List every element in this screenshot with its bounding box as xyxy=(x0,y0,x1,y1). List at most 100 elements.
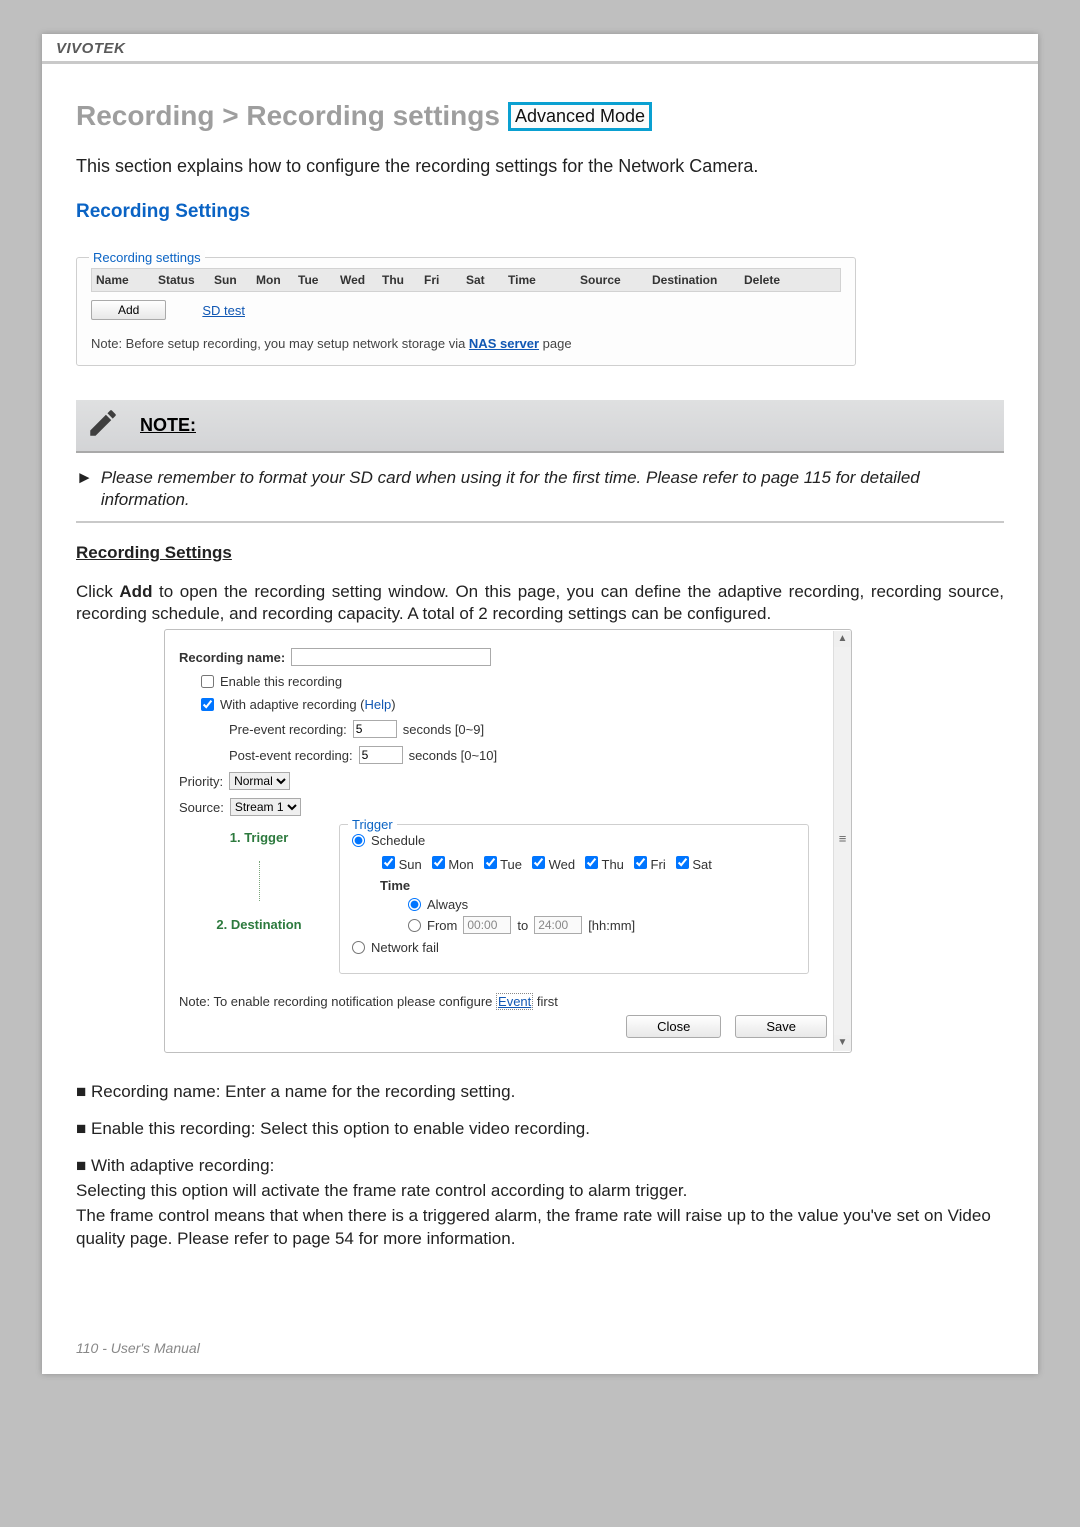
arrow-icon: ► xyxy=(76,467,93,511)
addp-prefix: Click xyxy=(76,582,119,601)
recording-form: ▲ ≡ ▼ Recording name: Enable this record… xyxy=(164,629,852,1053)
from-label: From xyxy=(427,918,457,933)
note-label: NOTE: xyxy=(140,415,196,436)
pre-event-unit: seconds [0~9] xyxy=(403,722,484,737)
add-paragraph: Click Add to open the recording setting … xyxy=(76,581,1004,625)
chk-tue[interactable] xyxy=(484,856,497,869)
help-link[interactable]: Help xyxy=(365,697,392,712)
lbl-sat: Sat xyxy=(692,857,712,872)
enable-checkbox[interactable] xyxy=(201,675,214,688)
addp-bold: Add xyxy=(119,582,152,601)
post-event-input[interactable] xyxy=(359,746,403,764)
event-note: Note: To enable recording notification p… xyxy=(179,994,837,1009)
scroll-down-icon[interactable]: ▼ xyxy=(834,1035,851,1051)
col-fri: Fri xyxy=(424,273,464,287)
schedule-label: Schedule xyxy=(371,833,425,848)
recording-table-header: Name Status Sun Mon Tue Wed Thu Fri Sat … xyxy=(91,268,841,292)
close-button[interactable]: Close xyxy=(626,1015,721,1038)
scroll-mid-icon: ≡ xyxy=(834,831,851,847)
col-sun: Sun xyxy=(214,273,254,287)
b3b: Selecting this option will activate the … xyxy=(76,1181,687,1200)
intro-text: This section explains how to configure t… xyxy=(76,156,1004,177)
section-title: Recording Settings xyxy=(76,201,1004,223)
col-mon: Mon xyxy=(256,273,296,287)
col-source: Source xyxy=(580,273,650,287)
to-label: to xyxy=(517,918,528,933)
recording-settings-heading: Recording Settings xyxy=(76,543,1004,563)
pre-event-input[interactable] xyxy=(353,720,397,738)
enable-label: Enable this recording xyxy=(220,674,342,689)
source-select[interactable]: Stream 1 xyxy=(230,798,301,816)
event-note-suffix: first xyxy=(533,994,558,1009)
adaptive-label-2: ) xyxy=(391,697,395,712)
advanced-mode-badge: Advanced Mode xyxy=(508,102,652,131)
nas-note-prefix: Note: Before setup recording, you may se… xyxy=(91,336,469,351)
chk-wed[interactable] xyxy=(532,856,545,869)
time-label: Time xyxy=(380,878,796,893)
col-status: Status xyxy=(158,273,212,287)
b3: With adaptive recording: xyxy=(91,1156,274,1175)
chk-mon[interactable] xyxy=(432,856,445,869)
pre-event-label: Pre-event recording: xyxy=(229,722,347,737)
always-label: Always xyxy=(427,897,468,912)
scroll-up-icon[interactable]: ▲ xyxy=(834,631,851,647)
col-delete: Delete xyxy=(744,273,804,287)
sd-test-link[interactable]: SD test xyxy=(202,303,245,318)
trigger-legend: Trigger xyxy=(348,817,397,832)
col-sat: Sat xyxy=(466,273,506,287)
from-input[interactable] xyxy=(463,916,511,934)
chk-thu[interactable] xyxy=(585,856,598,869)
page-title: Recording > Recording settings xyxy=(76,100,500,132)
b1: Recording name: Enter a name for the rec… xyxy=(91,1082,515,1101)
source-label: Source: xyxy=(179,800,224,815)
wizard-line xyxy=(259,861,260,901)
col-name: Name xyxy=(96,273,156,287)
event-link[interactable]: Event xyxy=(496,993,533,1010)
from-radio[interactable] xyxy=(408,919,421,932)
priority-select[interactable]: Normal xyxy=(229,772,290,790)
footer: 110 - User's Manual xyxy=(76,1340,200,1356)
trigger-fieldset: Trigger Schedule Sun Mon Tue Wed Thu Fri… xyxy=(339,824,809,974)
adaptive-label-1: With adaptive recording ( xyxy=(220,697,365,712)
post-event-unit: seconds [0~10] xyxy=(409,748,498,763)
step-destination[interactable]: 2. Destination xyxy=(216,917,301,932)
recording-name-label: Recording name: xyxy=(179,650,285,665)
chk-fri[interactable] xyxy=(634,856,647,869)
pencil-icon xyxy=(86,406,120,445)
step-trigger[interactable]: 1. Trigger xyxy=(230,830,289,845)
fieldset-legend: Recording settings xyxy=(89,250,205,265)
always-radio[interactable] xyxy=(408,898,421,911)
nas-note: Note: Before setup recording, you may se… xyxy=(91,336,841,351)
lbl-mon: Mon xyxy=(448,857,473,872)
b3c: The frame control means that when there … xyxy=(76,1206,991,1248)
note-text: ► Please remember to format your SD card… xyxy=(76,467,1004,523)
note-block: NOTE: xyxy=(76,400,1004,453)
bullet-list: ■ Recording name: Enter a name for the r… xyxy=(76,1081,1004,1251)
add-button[interactable]: Add xyxy=(91,300,166,320)
scrollbar[interactable]: ▲ ≡ ▼ xyxy=(833,631,851,1051)
save-button[interactable]: Save xyxy=(735,1015,827,1038)
col-thu: Thu xyxy=(382,273,422,287)
chk-sat[interactable] xyxy=(676,856,689,869)
to-input[interactable] xyxy=(534,916,582,934)
recording-name-input[interactable] xyxy=(291,648,491,666)
adaptive-label: With adaptive recording (Help) xyxy=(220,697,396,712)
b2: Enable this recording: Select this optio… xyxy=(91,1119,590,1138)
lbl-wed: Wed xyxy=(549,857,576,872)
brand: VIVOTEK xyxy=(56,40,125,57)
chk-sun[interactable] xyxy=(382,856,395,869)
adaptive-checkbox[interactable] xyxy=(201,698,214,711)
days-row: Sun Mon Tue Wed Thu Fri Sat xyxy=(382,856,796,872)
wizard-steps: 1. Trigger 2. Destination xyxy=(179,830,339,932)
recording-settings-panel: Recording settings Name Status Sun Mon T… xyxy=(76,257,856,366)
hhmm-label: [hh:mm] xyxy=(588,918,635,933)
lbl-tue: Tue xyxy=(500,857,522,872)
priority-label: Priority: xyxy=(179,774,223,789)
col-time: Time xyxy=(508,273,578,287)
nas-server-link[interactable]: NAS server xyxy=(469,336,539,351)
nas-note-suffix: page xyxy=(539,336,572,351)
schedule-radio[interactable] xyxy=(352,834,365,847)
network-fail-radio[interactable] xyxy=(352,941,365,954)
col-destination: Destination xyxy=(652,273,742,287)
lbl-fri: Fri xyxy=(651,857,666,872)
